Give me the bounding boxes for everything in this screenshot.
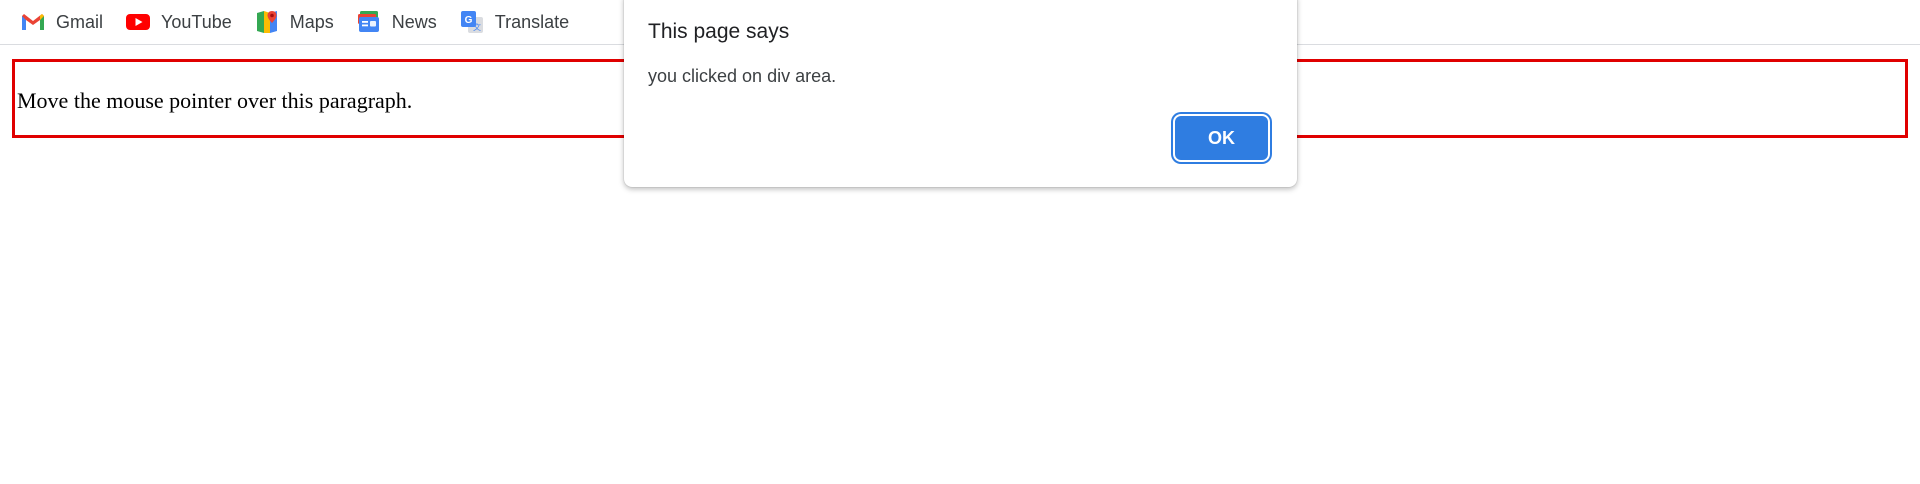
maps-icon [254,9,280,35]
alert-dialog: This page says you clicked on div area. … [624,0,1297,187]
bookmark-maps[interactable]: Maps [254,6,342,38]
youtube-icon [125,9,151,35]
bookmark-gmail[interactable]: Gmail [20,6,111,38]
svg-text:G: G [464,15,472,26]
news-icon [356,9,382,35]
ok-button[interactable]: OK [1175,116,1268,160]
bookmark-label: Maps [289,11,334,32]
dialog-message: you clicked on div area. [648,66,837,86]
bookmark-news[interactable]: News [356,6,445,38]
hover-paragraph[interactable]: Move the mouse pointer over this paragra… [17,88,412,114]
bookmark-translate[interactable]: G 文 Translate [459,6,577,38]
bookmark-youtube[interactable]: YouTube [125,6,240,38]
bookmark-label: Translate [494,11,570,32]
gmail-icon [20,9,46,35]
bookmark-label: YouTube [161,11,232,32]
bookmark-label: Gmail [56,11,104,32]
bookmark-label: News [391,11,437,32]
dialog-title: This page says [648,20,790,43]
svg-text:文: 文 [473,22,481,32]
translate-icon: G 文 [459,9,485,35]
